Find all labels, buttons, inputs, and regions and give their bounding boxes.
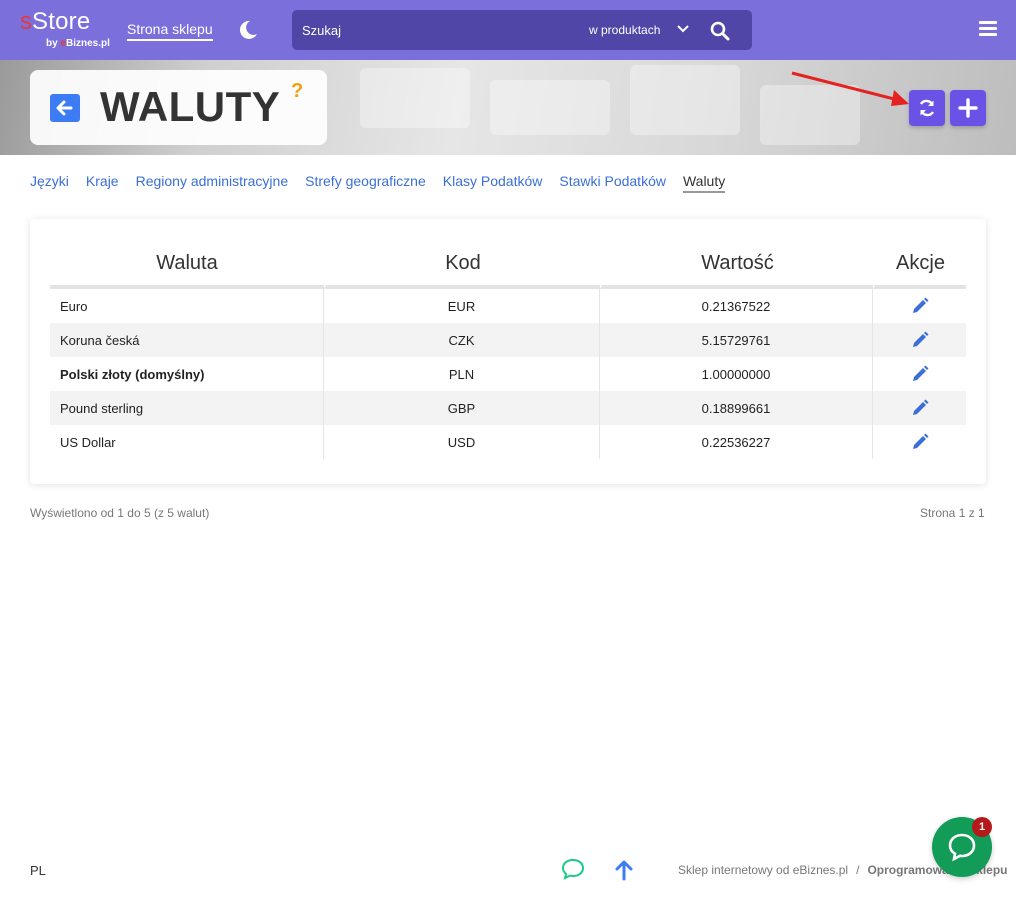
settings-tabs: Języki Kraje Regiony administracyjne Strefy… xyxy=(30,173,742,195)
currencies-table: Waluta Kod Wartość Akcje Euro EUR 0.2136… xyxy=(50,241,966,459)
annotation-arrow xyxy=(791,71,909,106)
table-row: Koruna česká CZK 5.15729761 xyxy=(50,323,966,357)
currency-code: PLN xyxy=(324,357,600,391)
actions-cell xyxy=(873,357,966,391)
edit-pencil-icon[interactable] xyxy=(911,399,929,417)
title-card: WALUTY ? xyxy=(30,70,327,145)
currency-code: EUR xyxy=(324,289,600,323)
column-header-currency[interactable]: Waluta xyxy=(50,241,324,289)
tab-stawki-podatkow[interactable]: Stawki Podatków xyxy=(559,173,666,189)
currency-name: Polski złoty (domyślny) xyxy=(50,357,324,391)
plus-icon xyxy=(958,98,978,118)
language-selector[interactable]: PL xyxy=(30,863,46,878)
table-row: Euro EUR 0.21367522 xyxy=(50,289,966,323)
edit-pencil-icon[interactable] xyxy=(911,433,929,451)
tab-waluty[interactable]: Waluty xyxy=(682,173,726,193)
arrow-up-icon[interactable] xyxy=(613,859,635,881)
actions-cell xyxy=(873,323,966,357)
tab-regiony-administracyjne[interactable]: Regiony administracyjne xyxy=(136,173,289,189)
currency-value: 0.21367522 xyxy=(600,289,873,323)
currency-name: Euro xyxy=(50,289,324,323)
currency-name: Pound sterling xyxy=(50,391,324,425)
currency-value: 5.15729761 xyxy=(600,323,873,357)
column-header-code[interactable]: Kod xyxy=(324,241,600,289)
table-row: Polski złoty (domyślny) PLN 1.00000000 xyxy=(50,357,966,391)
currency-code: GBP xyxy=(324,391,600,425)
refresh-icon xyxy=(919,99,935,117)
chat-bubble-icon xyxy=(948,833,976,862)
top-navigation-bar: sStore by eBiznes.pl Strona sklepu w pro… xyxy=(0,0,1016,60)
tab-kraje[interactable]: Kraje xyxy=(86,173,119,189)
currencies-card: Waluta Kod Wartość Akcje Euro EUR 0.2136… xyxy=(30,219,986,484)
actions-cell xyxy=(873,425,966,459)
shop-link[interactable]: Strona sklepu xyxy=(127,21,213,41)
search-scope-dropdown[interactable]: w produktach xyxy=(589,23,660,37)
table-row: US Dollar USD 0.22536227 xyxy=(50,425,966,459)
tab-jezyki[interactable]: Języki xyxy=(30,173,69,189)
logo-name: Store xyxy=(32,8,91,35)
dark-mode-moon-icon[interactable] xyxy=(238,20,258,40)
tab-klasy-podatkow[interactable]: Klasy Podatków xyxy=(443,173,543,189)
table-row: Pound sterling GBP 0.18899661 xyxy=(50,391,966,425)
actions-cell xyxy=(873,391,966,425)
currency-name: US Dollar xyxy=(50,425,324,459)
logo-prefix: s xyxy=(20,8,32,35)
logo-byline: by eBiznes.pl xyxy=(46,38,110,49)
results-summary: Wyświetlono od 1 do 5 (z 5 walut) xyxy=(30,506,210,520)
chat-notification-badge: 1 xyxy=(972,817,992,837)
column-header-value[interactable]: Wartość xyxy=(600,241,873,289)
arrow-left-icon xyxy=(56,100,73,116)
edit-pencil-icon[interactable] xyxy=(911,297,929,315)
currency-value: 0.22536227 xyxy=(600,425,873,459)
search-icon[interactable] xyxy=(710,21,730,41)
menu-hamburger-icon[interactable] xyxy=(979,21,997,39)
refresh-button[interactable] xyxy=(909,90,945,126)
logo-by-brand: Biznes.pl xyxy=(66,38,110,49)
search-bar: w produktach xyxy=(292,10,752,50)
tab-strefy-geograficzne[interactable]: Strefy geograficzne xyxy=(305,173,426,189)
back-button[interactable] xyxy=(50,94,80,122)
currency-code: CZK xyxy=(324,323,600,357)
actions-cell xyxy=(873,289,966,323)
page-indicator: Strona 1 z 1 xyxy=(920,506,985,520)
add-button[interactable] xyxy=(950,90,986,126)
chat-outline-icon[interactable] xyxy=(561,858,585,880)
page-title: WALUTY xyxy=(100,83,281,130)
chevron-down-icon[interactable] xyxy=(677,23,689,35)
search-input[interactable] xyxy=(302,20,562,40)
footer-credit-link[interactable]: Sklep internetowy od eBiznes.pl xyxy=(678,863,848,877)
edit-pencil-icon[interactable] xyxy=(911,365,929,383)
currency-name: Koruna česká xyxy=(50,323,324,357)
column-header-actions: Akcje xyxy=(873,241,966,289)
currency-value: 0.18899661 xyxy=(600,391,873,425)
table-header-row: Waluta Kod Wartość Akcje xyxy=(50,241,966,289)
footer-separator: / xyxy=(856,863,860,877)
logo-by: by xyxy=(46,38,58,49)
currency-value: 1.00000000 xyxy=(600,357,873,391)
currency-code: USD xyxy=(324,425,600,459)
sstore-logo[interactable]: sStore by eBiznes.pl xyxy=(20,8,120,52)
edit-pencil-icon[interactable] xyxy=(911,331,929,349)
help-question-icon[interactable]: ? xyxy=(291,80,303,103)
